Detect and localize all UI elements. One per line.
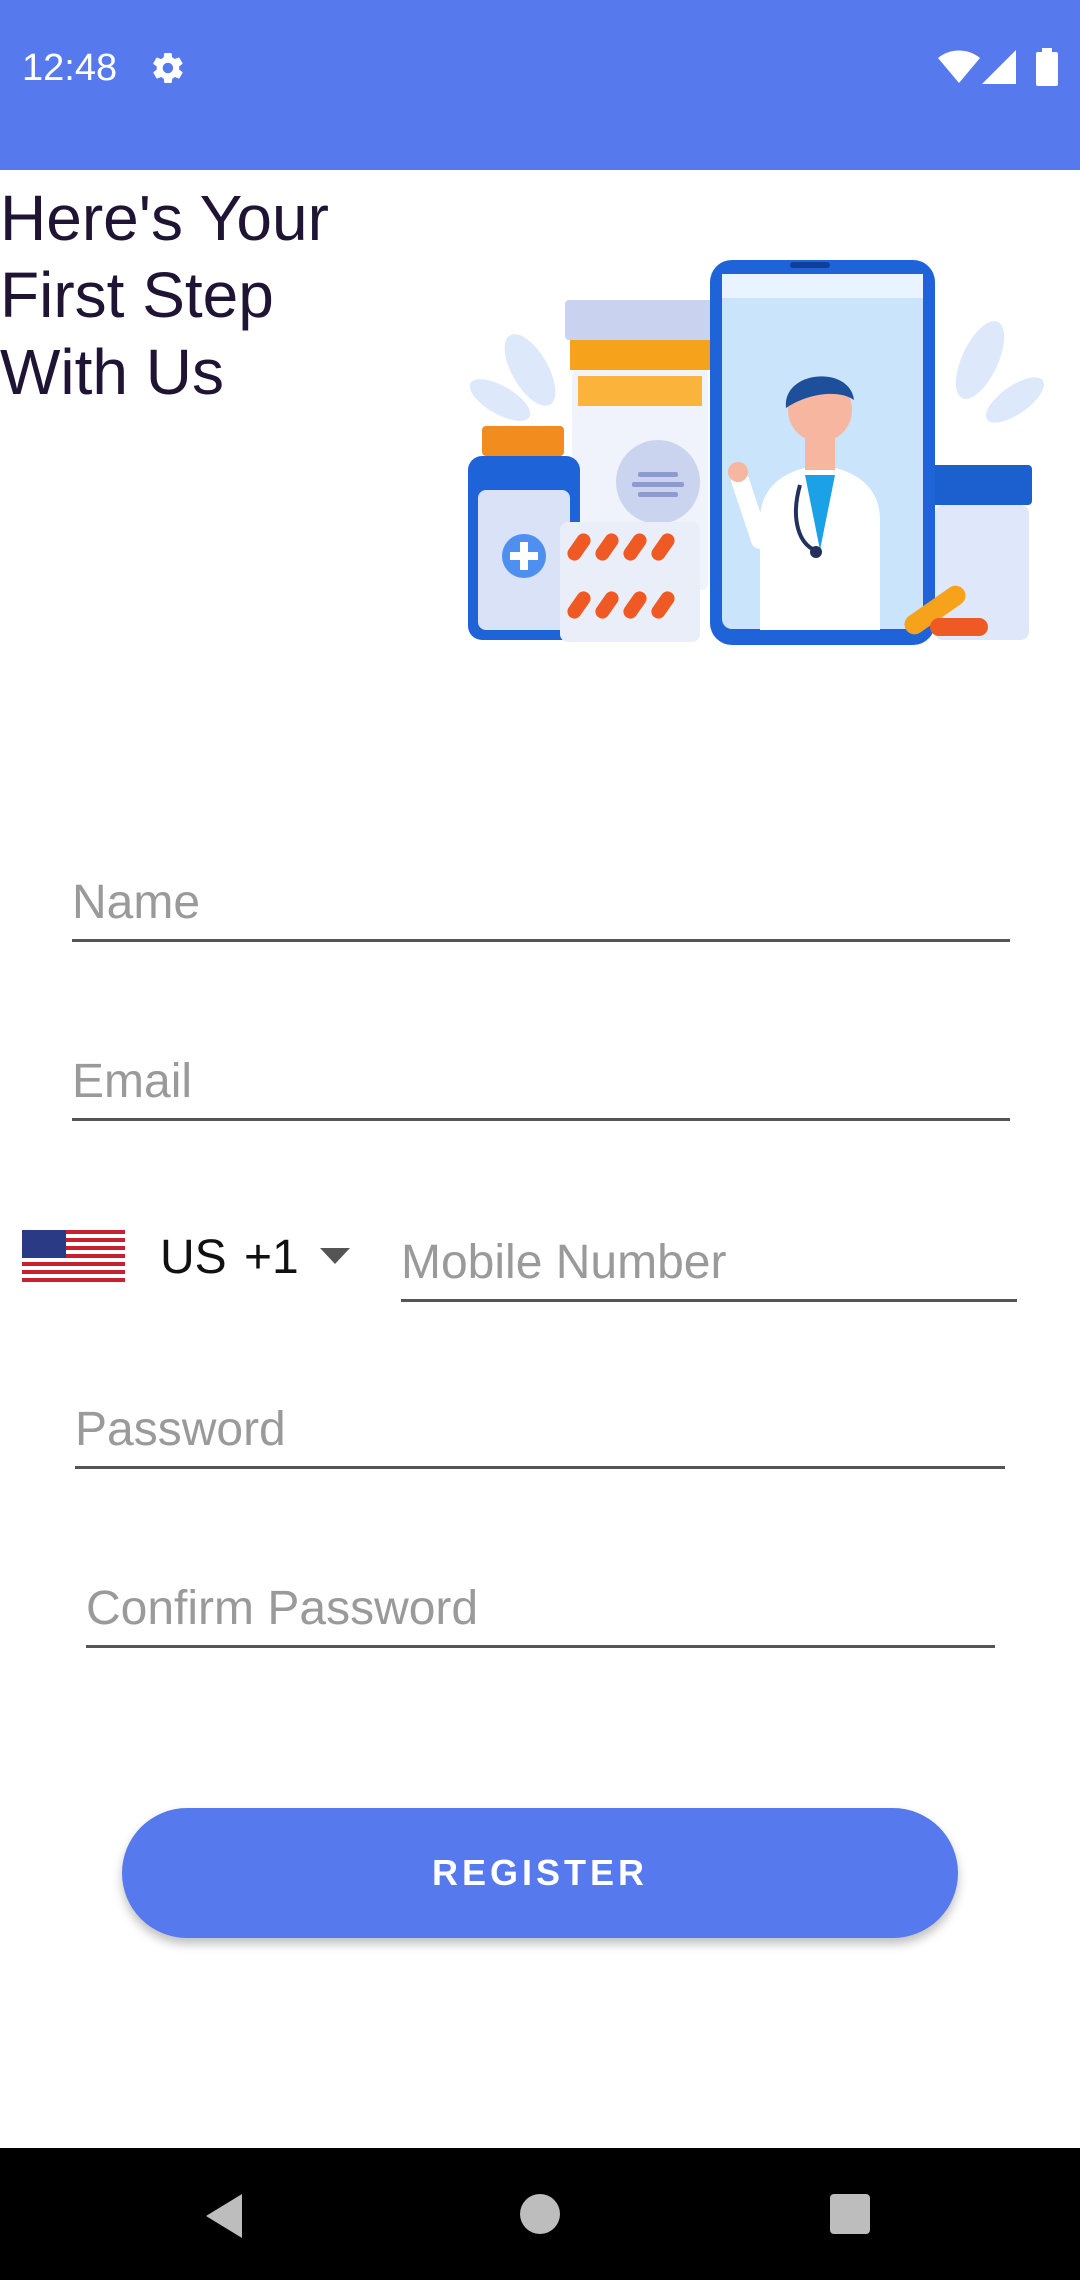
wifi-icon [938, 50, 980, 83]
page-title: Here's Your First Step With Us [0, 182, 329, 408]
mobile-number-input[interactable] [401, 1232, 1017, 1292]
mobile-underline [401, 1299, 1017, 1302]
name-underline [72, 939, 1010, 942]
back-icon[interactable] [202, 2192, 246, 2240]
email-field-wrapper [72, 1051, 1010, 1121]
chevron-down-icon[interactable] [320, 1248, 350, 1266]
password-underline [75, 1466, 1005, 1469]
country-code-picker[interactable]: US +1 [22, 1228, 362, 1288]
password-input[interactable] [75, 1399, 1005, 1459]
confirm-password-underline [86, 1645, 995, 1648]
register-screen: 12:48 Here's Your First Step With Us Nam… [0, 0, 1080, 2280]
doctor-pharmacy-illustration [468, 260, 1044, 645]
name-field-wrapper [72, 872, 1010, 942]
email-input[interactable] [72, 1051, 1010, 1111]
register-button[interactable]: REGISTER [122, 1808, 958, 1938]
us-flag-icon [22, 1230, 125, 1282]
signal-icon [982, 50, 1016, 84]
status-bar: 12:48 [0, 0, 1080, 170]
recents-icon[interactable] [828, 2192, 872, 2236]
password-field-wrapper [75, 1399, 1005, 1469]
home-icon[interactable] [518, 2192, 562, 2236]
country-code-label: US [160, 1231, 227, 1284]
confirm-password-field-wrapper [86, 1578, 995, 1648]
name-input[interactable] [72, 872, 1010, 932]
mobile-field-wrapper [401, 1232, 1017, 1302]
gear-icon [153, 52, 183, 84]
dial-code-label: +1 [244, 1231, 299, 1284]
confirm-password-input[interactable] [86, 1578, 995, 1638]
navigation-bar [0, 2148, 1080, 2280]
status-time: 12:48 [22, 47, 118, 89]
email-underline [72, 1118, 1010, 1121]
battery-icon [1036, 48, 1058, 86]
